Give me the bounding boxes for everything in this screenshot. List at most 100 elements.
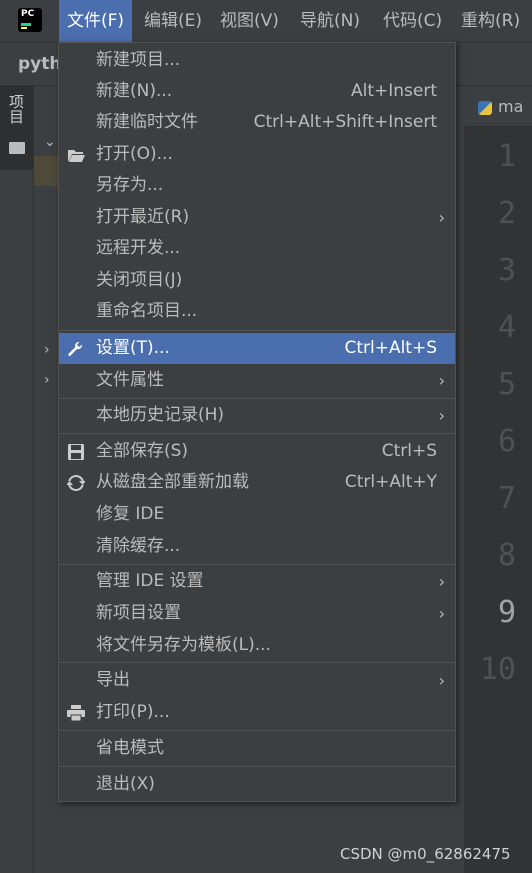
menu-edit[interactable]: 编辑(E) xyxy=(136,0,210,42)
menu-item-label: 从磁盘全部重新加载 xyxy=(96,472,249,492)
current-line-number: 9 xyxy=(497,595,516,630)
menu-item-remote-development[interactable]: 远程开发... xyxy=(59,233,455,264)
floppy-disk-icon xyxy=(68,444,84,460)
chevron-right-icon[interactable]: › xyxy=(44,342,50,358)
pycharm-logo-icon[interactable]: PC xyxy=(18,8,42,32)
menu-item-label: 打开最近(R) xyxy=(96,207,190,227)
menu-separator xyxy=(59,330,455,331)
menu-item-shortcut: Alt+Insert xyxy=(350,81,437,101)
menu-item-invalidate-caches[interactable]: 清除缓存... xyxy=(59,531,455,562)
line-number: 5 xyxy=(497,367,516,402)
menu-item-label: 退出(X) xyxy=(96,774,155,794)
menu-view[interactable]: 视图(V) xyxy=(212,0,287,42)
menu-code[interactable]: 代码(C) xyxy=(375,0,450,42)
menu-item-repair-ide[interactable]: 修复 IDE xyxy=(59,499,455,530)
editor-tab-bar: ma xyxy=(464,86,532,127)
line-number: 2 xyxy=(497,196,516,231)
menu-item-label: 远程开发... xyxy=(96,238,181,258)
menu-item-manage-ide-settings[interactable]: 管理 IDE 设置 › xyxy=(59,566,455,597)
menu-item-label: 新建(N)... xyxy=(96,81,173,101)
wrench-icon xyxy=(68,342,83,356)
menu-item-label: 新建项目... xyxy=(96,50,181,70)
menu-bar: PC 文件(F) 编辑(E) 视图(V) 导航(N) 代码(C) 重构(R) xyxy=(0,0,532,43)
menu-item-label: 打开(O)... xyxy=(96,144,173,164)
menu-item-label: 将文件另存为模板(L)... xyxy=(96,635,271,655)
line-number-gutter: 1 2 3 4 5 6 7 8 9 10 xyxy=(464,127,532,873)
menu-refactor[interactable]: 重构(R) xyxy=(453,0,528,42)
menu-item-local-history[interactable]: 本地历史记录(H) › xyxy=(59,400,455,431)
menu-item-label: 新建临时文件 xyxy=(96,112,198,132)
menu-item-label: 清除缓存... xyxy=(96,536,181,556)
folder-icon xyxy=(9,142,25,154)
menu-item-reload-from-disk[interactable]: 从磁盘全部重新加载 Ctrl+Alt+Y xyxy=(59,467,455,498)
chevron-right-icon: › xyxy=(438,371,445,390)
chevron-right-icon: › xyxy=(438,208,445,227)
menu-navigate[interactable]: 导航(N) xyxy=(292,0,368,42)
left-tool-strip: 项目 xyxy=(0,86,34,873)
project-tool-tab[interactable]: 项目 xyxy=(0,86,33,170)
menu-separator xyxy=(59,730,455,731)
chevron-right-icon: › xyxy=(438,604,445,623)
line-number: 3 xyxy=(497,253,516,288)
menu-item-shortcut: Ctrl+Alt+Shift+Insert xyxy=(253,112,437,132)
line-number: 10 xyxy=(479,652,516,687)
refresh-icon xyxy=(67,475,85,491)
menu-separator xyxy=(59,398,455,399)
line-number: 7 xyxy=(497,481,516,516)
menu-item-label: 本地历史记录(H) xyxy=(96,405,225,425)
menu-item-label: 设置(T)... xyxy=(96,338,170,358)
menu-item-rename-project[interactable]: 重命名项目... xyxy=(59,296,455,327)
chevron-right-icon[interactable]: › xyxy=(44,372,50,388)
menu-separator xyxy=(59,564,455,565)
menu-item-label: 另存为... xyxy=(96,175,164,195)
editor-tab[interactable]: ma xyxy=(478,92,532,122)
menu-item-new-project[interactable]: 新建项目... xyxy=(59,45,455,76)
watermark: CSDN @m0_62862475 xyxy=(340,845,511,863)
menu-separator xyxy=(59,433,455,434)
menu-item-save-as[interactable]: 另存为... xyxy=(59,170,455,201)
menu-item-save-all[interactable]: 全部保存(S) Ctrl+S xyxy=(59,436,455,467)
menu-item-label: 新项目设置 xyxy=(96,603,181,623)
menu-item-print[interactable]: 打印(P)... xyxy=(59,697,455,728)
menu-item-label: 文件属性 xyxy=(96,370,164,390)
menu-item-label: 打印(P)... xyxy=(96,702,170,722)
chevron-down-icon[interactable]: ⌄ xyxy=(44,134,56,150)
menu-item-export[interactable]: 导出 › xyxy=(59,665,455,696)
menu-file[interactable]: 文件(F) xyxy=(59,0,133,42)
menu-item-label: 关闭项目(J) xyxy=(96,270,183,290)
menu-item-label: 省电模式 xyxy=(96,738,164,758)
python-file-icon xyxy=(478,100,492,115)
menu-item-close-project[interactable]: 关闭项目(J) xyxy=(59,265,455,296)
printer-icon xyxy=(67,705,85,721)
line-number: 4 xyxy=(497,310,516,345)
menu-item-shortcut: Ctrl+S xyxy=(381,441,437,461)
menu-item-label: 全部保存(S) xyxy=(96,441,189,461)
chevron-right-icon: › xyxy=(438,406,445,425)
menu-item-exit[interactable]: 退出(X) xyxy=(59,769,455,800)
project-breadcrumb[interactable]: pyth xyxy=(18,43,61,85)
menu-item-new[interactable]: 新建(N)... Alt+Insert xyxy=(59,76,455,107)
menu-separator xyxy=(59,662,455,663)
menu-item-file-properties[interactable]: 文件属性 › xyxy=(59,365,455,396)
folder-open-icon xyxy=(68,150,85,162)
menu-item-save-as-template[interactable]: 将文件另存为模板(L)... xyxy=(59,630,455,661)
menu-item-power-save-mode[interactable]: 省电模式 xyxy=(59,733,455,764)
menu-separator xyxy=(59,766,455,767)
menu-item-label: 重命名项目... xyxy=(96,301,198,321)
menu-item-new-scratch-file[interactable]: 新建临时文件 Ctrl+Alt+Shift+Insert xyxy=(59,107,455,138)
chevron-right-icon: › xyxy=(438,572,445,591)
editor-tab-label: ma xyxy=(498,97,524,116)
menu-item-settings[interactable]: 设置(T)... Ctrl+Alt+S xyxy=(59,333,455,364)
line-number: 8 xyxy=(497,538,516,573)
menu-item-label: 管理 IDE 设置 xyxy=(96,571,204,591)
file-menu-dropdown: 新建项目... 新建(N)... Alt+Insert 新建临时文件 Ctrl+… xyxy=(58,42,456,802)
menu-item-open[interactable]: 打开(O)... xyxy=(59,139,455,170)
menu-item-shortcut: Ctrl+Alt+Y xyxy=(344,472,437,492)
project-tool-label: 项目 xyxy=(7,94,25,124)
line-number: 1 xyxy=(497,139,516,174)
menu-item-shortcut: Ctrl+Alt+S xyxy=(344,338,437,358)
line-number: 6 xyxy=(497,424,516,459)
menu-item-open-recent[interactable]: 打开最近(R) › xyxy=(59,202,455,233)
menu-item-label: 修复 IDE xyxy=(96,504,165,524)
menu-item-new-project-settings[interactable]: 新项目设置 › xyxy=(59,598,455,629)
